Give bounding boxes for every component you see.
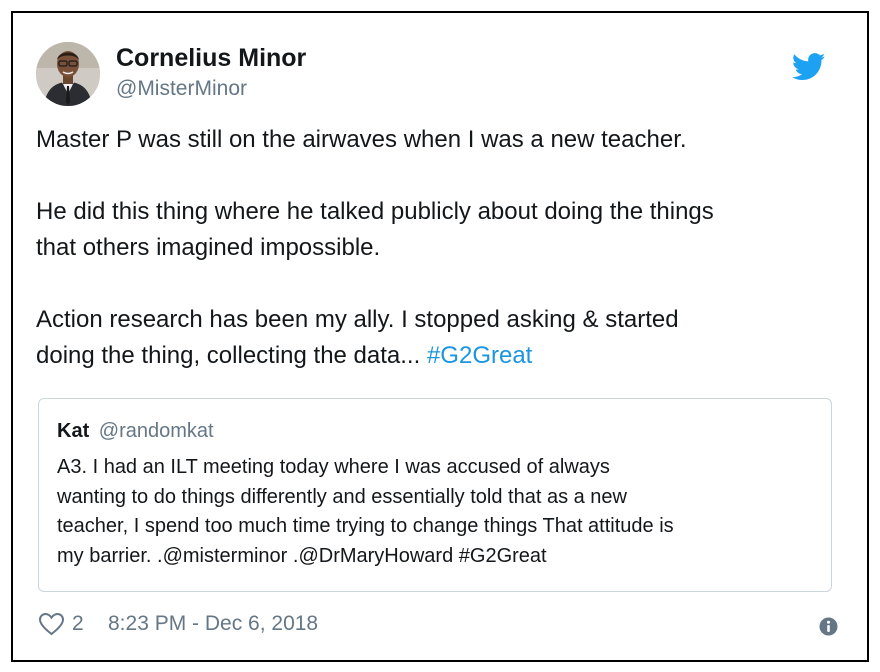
tweet-line: that others imagined impossible. bbox=[36, 234, 381, 261]
hashtag-link[interactable]: #G2Great bbox=[427, 342, 532, 369]
avatar[interactable] bbox=[36, 42, 100, 106]
tweet-paragraph: Master P was still on the airwaves when … bbox=[36, 126, 687, 153]
timestamp[interactable]: 8:23 PM - Dec 6, 2018 bbox=[108, 609, 318, 639]
tweet-paragraph: He did this thing where he talked public… bbox=[36, 194, 848, 266]
heart-icon[interactable] bbox=[38, 612, 65, 636]
quoted-author-name: Kat bbox=[57, 420, 90, 442]
tweet-card: Cornelius Minor @MisterMinor Master P wa… bbox=[11, 11, 869, 662]
info-icon[interactable] bbox=[819, 615, 838, 636]
twitter-bird-icon[interactable] bbox=[791, 53, 826, 81]
tweet-paragraph: Action research has been my ally. I stop… bbox=[36, 302, 848, 374]
quoted-tweet-line: teacher, I spend too much time trying to… bbox=[57, 515, 674, 537]
tweet-header: Cornelius Minor @MisterMinor bbox=[36, 41, 836, 107]
tweet-body: Master P was still on the airwaves when … bbox=[36, 122, 848, 374]
quoted-tweet-header: Kat @randomkat bbox=[57, 419, 214, 443]
tweet-line: doing the thing, collecting the data... bbox=[36, 342, 421, 369]
author-handle[interactable]: @MisterMinor bbox=[116, 76, 247, 102]
quoted-author-handle: @randomkat bbox=[98, 420, 214, 442]
quoted-tweet-line: my barrier. .@misterminor .@DrMaryHoward… bbox=[57, 544, 547, 567]
quoted-tweet[interactable]: Kat @randomkat A3. I had an ILT meeting … bbox=[38, 398, 832, 592]
tweet-line: He did this thing where he talked public… bbox=[36, 198, 714, 225]
quoted-tweet-line: A3. I had an ILT meeting today where I w… bbox=[57, 456, 610, 478]
like-count: 2 bbox=[72, 612, 84, 635]
tweet-footer: 2 8:23 PM - Dec 6, 2018 bbox=[38, 609, 838, 639]
tweet-line: Action research has been my ally. I stop… bbox=[36, 306, 679, 333]
quoted-tweet-text: A3. I had an ILT meeting today where I w… bbox=[57, 453, 827, 571]
quoted-tweet-line: wanting to do things differently and ess… bbox=[57, 485, 627, 508]
author-name[interactable]: Cornelius Minor bbox=[116, 43, 306, 73]
